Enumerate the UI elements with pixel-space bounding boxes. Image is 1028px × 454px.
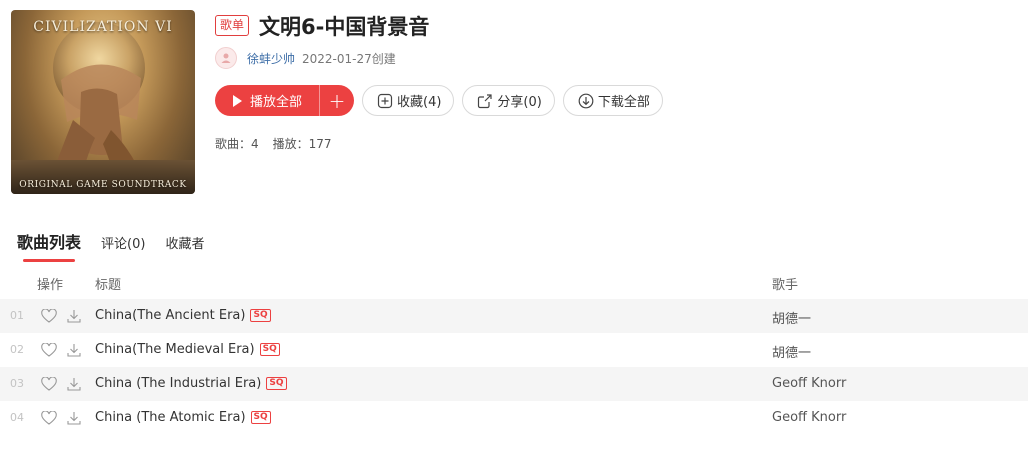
row-index: 01 (10, 309, 24, 322)
header-ops: 操作 (37, 278, 64, 293)
row-index: 02 (10, 343, 24, 356)
collect-label: 收藏(4) (397, 95, 442, 110)
play-all-button[interactable]: 播放全部 (215, 85, 319, 116)
share-icon (477, 93, 493, 109)
sq-badge: SQ (266, 377, 287, 390)
table-row[interactable]: 02 China(The Medieval Era) SQ 胡德一 (0, 333, 1028, 367)
tab-collectors[interactable]: 收藏者 (165, 233, 204, 255)
table-row[interactable]: 04 China (The Atomic Era) SQ Geoff Knorr (0, 401, 1028, 435)
playlist-title: 文明6-中国背景音 (259, 15, 430, 39)
artist-link[interactable]: 胡德一 (772, 308, 811, 327)
download-icon[interactable] (66, 342, 82, 362)
cover-title: CIVILIZATION VI (33, 19, 173, 35)
collect-icon (377, 93, 393, 109)
download-icon (578, 93, 594, 109)
download-all-label: 下载全部 (597, 95, 650, 110)
table-header: 操作 标题 歌手 (0, 266, 1028, 296)
play-all-label: 播放全部 (250, 95, 303, 110)
table-row[interactable]: 03 China (The Industrial Era) SQ Geoff K… (0, 367, 1028, 401)
playlist-stats: 歌曲：4 播放：177 (215, 135, 332, 152)
song-count: 歌曲：4 (215, 137, 259, 151)
play-count: 播放：177 (272, 137, 332, 151)
header-artist[interactable]: 歌手 (772, 274, 798, 293)
table-row[interactable]: 01 China(The Ancient Era) SQ 胡德一 (0, 299, 1028, 333)
download-icon[interactable] (66, 410, 82, 430)
creator-name-link[interactable]: 徐蚌少帅 (247, 50, 295, 67)
share-label: 分享(0) (497, 95, 542, 110)
plus-icon: + (328, 88, 346, 113)
cover-subtitle: ORIGINAL GAME SOUNDTRACK (19, 180, 187, 190)
song-title-cell[interactable]: China (The Atomic Era) SQ (95, 410, 271, 425)
download-icon[interactable] (66, 308, 82, 328)
creator-row: 徐蚌少帅 2022-01-27创建 (215, 47, 396, 69)
heart-icon[interactable] (41, 308, 57, 327)
download-icon[interactable] (66, 376, 82, 396)
created-date: 2022-01-27创建 (302, 51, 396, 66)
row-index: 03 (10, 377, 24, 390)
song-title-cell[interactable]: China(The Medieval Era) SQ (95, 342, 280, 357)
action-bar: 播放全部 + 收藏(4) 分享(0) 下载全部 (215, 85, 663, 116)
tab-bar: 歌曲列表 评论(0) 收藏者 (17, 229, 204, 262)
heart-icon[interactable] (41, 410, 57, 429)
add-to-queue-button[interactable]: + (319, 85, 354, 116)
artist-link[interactable]: 胡德一 (772, 342, 811, 361)
artist-link[interactable]: Geoff Knorr (772, 376, 846, 391)
play-all-group: 播放全部 + (215, 85, 354, 116)
sq-badge: SQ (250, 411, 271, 424)
user-icon (221, 53, 231, 63)
song-title[interactable]: China(The Medieval Era) (95, 342, 255, 357)
header-title[interactable]: 标题 (95, 274, 121, 293)
download-all-button[interactable]: 下载全部 (562, 85, 663, 116)
row-index: 04 (10, 411, 24, 424)
song-title[interactable]: China(The Ancient Era) (95, 308, 245, 323)
share-button[interactable]: 分享(0) (462, 85, 555, 116)
heart-icon[interactable] (41, 342, 57, 361)
song-title-cell[interactable]: China(The Ancient Era) SQ (95, 308, 271, 323)
song-title-cell[interactable]: China (The Industrial Era) SQ (95, 376, 287, 391)
artist-link[interactable]: Geoff Knorr (772, 410, 846, 425)
collect-button[interactable]: 收藏(4) (362, 85, 455, 116)
sq-badge: SQ (250, 309, 271, 322)
playlist-cover: CIVILIZATION VI ORIGINAL GAME SOUNDTRACK (11, 10, 195, 194)
song-title[interactable]: China (The Industrial Era) (95, 376, 261, 391)
cover-artwork (11, 22, 195, 194)
creator-avatar[interactable] (215, 47, 237, 69)
sq-badge: SQ (259, 343, 280, 356)
play-icon (233, 94, 242, 107)
heart-icon[interactable] (41, 376, 57, 395)
tab-comments[interactable]: 评论(0) (101, 233, 145, 255)
tab-song-list[interactable]: 歌曲列表 (17, 229, 81, 262)
playlist-type-badge: 歌单 (215, 15, 250, 36)
song-title[interactable]: China (The Atomic Era) (95, 410, 246, 425)
